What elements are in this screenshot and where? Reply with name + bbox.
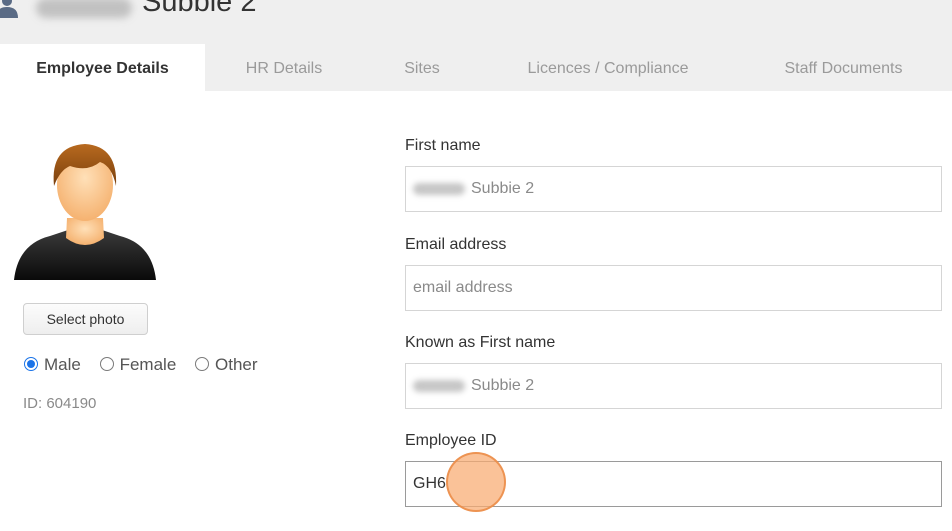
radio-female[interactable]	[99, 357, 114, 371]
tab-sites[interactable]: Sites	[363, 44, 481, 91]
email-field[interactable]: email address	[405, 265, 942, 311]
tab-bar: Employee Details HR Details Sites Licenc…	[0, 44, 952, 91]
first-name-field[interactable]: Subbie 2	[405, 166, 942, 212]
tab-licences-compliance[interactable]: Licences / Compliance	[481, 44, 735, 91]
gender-label-male: Male	[44, 355, 81, 374]
gender-option-female[interactable]: Female	[99, 355, 177, 375]
avatar	[14, 144, 156, 280]
known-as-label: Known as First name	[405, 334, 556, 351]
email-placeholder: email address	[413, 279, 513, 296]
gender-label-female: Female	[119, 355, 177, 374]
select-photo-button[interactable]: Select photo	[23, 303, 148, 335]
page-title: Subbie 2	[142, 0, 257, 18]
known-as-field[interactable]: Subbie 2	[405, 363, 942, 409]
page-header: Subbie 2	[0, 0, 952, 44]
gender-label-other: Other	[215, 355, 258, 374]
gender-radio-group: Male Female Other	[24, 355, 272, 377]
first-name-value: Subbie 2	[471, 180, 535, 197]
redacted-text	[413, 379, 465, 392]
click-highlight	[446, 452, 506, 512]
gender-option-male[interactable]: Male	[24, 355, 81, 375]
gender-option-other[interactable]: Other	[195, 355, 258, 375]
radio-other[interactable]	[195, 357, 210, 371]
tab-employee-details[interactable]: Employee Details	[0, 44, 205, 91]
tab-staff-documents[interactable]: Staff Documents	[735, 44, 952, 91]
employee-id-value: GH6	[413, 475, 446, 492]
employee-id-label: Employee ID	[405, 432, 497, 449]
user-icon	[0, 0, 18, 18]
radio-male[interactable]	[24, 357, 38, 371]
email-label: Email address	[405, 236, 507, 253]
employee-record-id: ID: 604190	[23, 395, 97, 412]
first-name-label: First name	[405, 137, 481, 154]
tab-hr-details[interactable]: HR Details	[205, 44, 363, 91]
redacted-name	[36, 0, 132, 18]
known-as-value: Subbie 2	[471, 377, 535, 394]
redacted-text	[413, 182, 465, 195]
